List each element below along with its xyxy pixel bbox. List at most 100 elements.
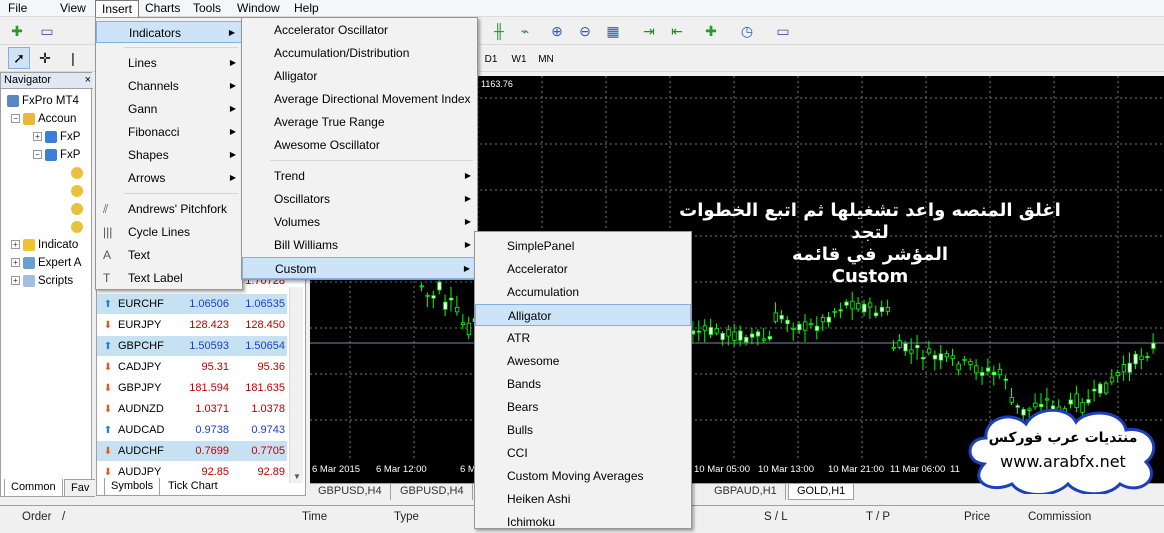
chart-tab[interactable]: GBPUSD,H4 (310, 484, 391, 500)
menu-item-awesome[interactable]: Awesome (475, 350, 691, 372)
menu-item-bulls[interactable]: Bulls (475, 419, 691, 441)
tab-symbols[interactable]: Symbols (104, 478, 161, 496)
menu-item-bears[interactable]: Bears (475, 396, 691, 418)
menu-tools[interactable]: Tools (187, 0, 227, 17)
menu-item-accumulation-distribution[interactable]: Accumulation/Distribution (242, 42, 477, 64)
profiles-icon[interactable]: ▭ (36, 20, 58, 42)
cursor-icon[interactable]: ➚ (8, 47, 30, 69)
templates-icon[interactable]: ▭ (772, 20, 794, 42)
menu-item-heiken-ashi[interactable]: Heiken Ashi (475, 488, 691, 510)
scroll-down-icon[interactable]: ▼ (293, 472, 301, 481)
menu-item-lines[interactable]: Lines ▶ (96, 52, 242, 74)
col-sort[interactable]: / (62, 511, 65, 523)
close-icon[interactable]: × (85, 73, 91, 88)
tile-windows-icon[interactable]: ▦ (602, 20, 624, 42)
menu-item-awesome-oscillator[interactable]: Awesome Oscillator (242, 134, 477, 156)
menu-item-trend[interactable]: Trend ▶ (242, 165, 477, 187)
expand-icon[interactable]: + (11, 258, 20, 268)
menu-item-arrows[interactable]: Arrows ▶ (96, 167, 242, 189)
menu-item-indicators[interactable]: Indicators ▶ (96, 21, 242, 43)
col-order[interactable]: Order (22, 511, 51, 523)
menu-item-cci[interactable]: CCI (475, 442, 691, 464)
col-tp[interactable]: T / P (866, 511, 890, 523)
menu-item-simplepanel[interactable]: SimplePanel (475, 235, 691, 257)
tree-scripts[interactable]: + Scripts (11, 272, 73, 290)
timeframe-mn[interactable]: MN (533, 50, 559, 70)
menu-insert[interactable]: Insert (95, 0, 140, 17)
periods-icon[interactable]: ◷ (736, 20, 758, 42)
menu-charts[interactable]: Charts (139, 0, 186, 17)
new-chart-icon[interactable]: ✚ (6, 20, 28, 42)
menu-item-fibonacci[interactable]: Fibonacci ▶ (96, 121, 242, 143)
line-chart-icon[interactable]: ⌁ (514, 20, 536, 42)
tree-server-1[interactable]: + FxP (33, 128, 80, 146)
menu-item-andrews-pitchfork[interactable]: ⫽ Andrews' Pitchfork (96, 198, 242, 220)
vertical-line-icon[interactable]: | (62, 47, 84, 69)
menu-item-text-label[interactable]: T Text Label (96, 267, 242, 289)
tab-favorites[interactable]: Fav (64, 479, 96, 497)
menu-item-volumes[interactable]: Volumes ▶ (242, 211, 477, 233)
menu-item-accelerator-oscillator[interactable]: Accelerator Oscillator (242, 19, 477, 41)
crosshair-icon[interactable]: ✛ (34, 47, 56, 69)
market-row[interactable]: ⬇ GBPJPY 181.594 181.635 (97, 378, 287, 399)
tree-server-2[interactable]: − FxP (33, 146, 80, 164)
tree-root[interactable]: FxPro MT4 (7, 92, 79, 110)
menu-item-custom[interactable]: Custom ▶ (242, 257, 477, 279)
tab-tick-chart[interactable]: Tick Chart (162, 478, 224, 496)
chart-tab[interactable]: GBPUSD,H4 (392, 484, 473, 500)
market-scrollbar[interactable]: ▼ (289, 287, 303, 483)
menu-item-bands[interactable]: Bands (475, 373, 691, 395)
menu-item-bill-williams[interactable]: Bill Williams ▶ (242, 234, 477, 256)
menu-help[interactable]: Help (288, 0, 325, 17)
menu-item-gann[interactable]: Gann ▶ (96, 98, 242, 120)
tree-accounts[interactable]: − Accoun (11, 110, 76, 128)
market-row[interactable]: ⬆ GBPCHF 1.50593 1.50654 (97, 336, 287, 357)
menu-item-cycle-lines[interactable]: ||| Cycle Lines (96, 221, 242, 243)
menu-file[interactable]: File (2, 0, 33, 17)
menu-item-oscillators[interactable]: Oscillators ▶ (242, 188, 477, 210)
tree-experts[interactable]: + Expert A (11, 254, 81, 272)
menu-item-alligator[interactable]: Alligator (242, 65, 477, 87)
zoom-out-icon[interactable]: ⊖ (574, 20, 596, 42)
menu-item-shapes[interactable]: Shapes ▶ (96, 144, 242, 166)
market-row[interactable]: ⬆ EURCHF 1.06506 1.06535 (97, 294, 287, 315)
market-row[interactable]: ⬆ AUDCAD 0.9738 0.9743 (97, 420, 287, 441)
collapse-icon[interactable]: − (11, 114, 20, 124)
menu-item-ichimoku[interactable]: Ichimoku (475, 511, 691, 533)
tree-indicators[interactable]: + Indicato (11, 236, 78, 254)
menu-item-atr[interactable]: ATR (475, 327, 691, 349)
tree-account-3[interactable] (71, 200, 86, 218)
timeframe-w1[interactable]: W1 (506, 50, 532, 70)
menu-item-channels[interactable]: Channels ▶ (96, 75, 242, 97)
menu-item-custom-moving-averages[interactable]: Custom Moving Averages (475, 465, 691, 487)
col-time[interactable]: Time (302, 511, 327, 523)
col-price[interactable]: Price (964, 511, 990, 523)
expand-icon[interactable]: + (11, 276, 20, 286)
market-row[interactable]: ⬇ AUDCHF 0.7699 0.7705 (97, 441, 287, 462)
autoscroll-icon[interactable]: ⇥ (638, 20, 660, 42)
col-type[interactable]: Type (394, 511, 419, 523)
menu-window[interactable]: Window (231, 0, 286, 17)
expand-icon[interactable]: + (11, 240, 20, 250)
market-row[interactable]: ⬇ CADJPY 95.31 95.36 (97, 357, 287, 378)
col-sl[interactable]: S / L (764, 511, 788, 523)
menu-item-alligator[interactable]: Alligator (475, 304, 691, 326)
col-commission[interactable]: Commission (1028, 511, 1091, 523)
menu-view[interactable]: View (54, 0, 92, 17)
chart-tab[interactable]: GBPAUD,H1 (706, 484, 786, 500)
tab-common[interactable]: Common (4, 479, 63, 497)
chart-shift-icon[interactable]: ⇤ (666, 20, 688, 42)
expand-icon[interactable]: + (33, 132, 42, 142)
bar-chart-icon[interactable]: ╫ (488, 20, 510, 42)
timeframe-d1[interactable]: D1 (478, 50, 504, 70)
zoom-in-icon[interactable]: ⊕ (546, 20, 568, 42)
tree-account-2[interactable] (71, 182, 86, 200)
menu-item-average-directional-movement-index[interactable]: Average Directional Movement Index (242, 88, 477, 110)
menu-item-accelerator[interactable]: Accelerator (475, 258, 691, 280)
market-row[interactable]: ⬇ EURJPY 128.423 128.450 (97, 315, 287, 336)
market-row[interactable]: ⬇ AUDNZD 1.0371 1.0378 (97, 399, 287, 420)
menu-item-average-true-range[interactable]: Average True Range (242, 111, 477, 133)
tree-account-4[interactable] (71, 218, 86, 236)
tree-account-1[interactable] (71, 164, 86, 182)
chart-tab-active[interactable]: GOLD,H1 (788, 484, 855, 500)
